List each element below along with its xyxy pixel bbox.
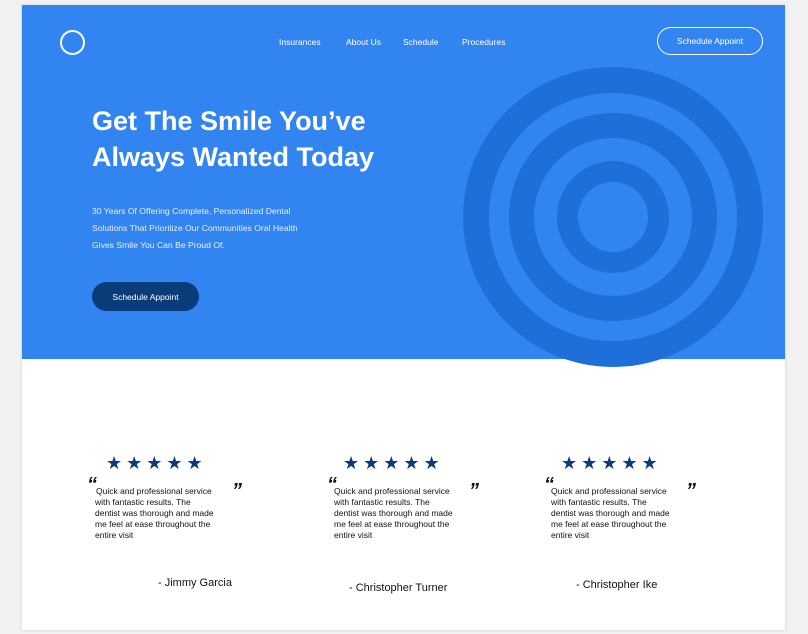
text-line: Quick and professional service (334, 486, 450, 496)
testimonial-author: - Jimmy Garcia (158, 577, 232, 589)
subtitle-line: Solutions That Prioritize Our Communitie… (92, 223, 298, 233)
text-line: dentist was thorough and made (95, 508, 214, 518)
text-line: entire visit (551, 530, 590, 540)
text-line: with fantastic results. The (551, 497, 647, 507)
subtitle-line: Gives Smile You Can Be Proud Of. (92, 240, 225, 250)
hero-section: Insurances About Us Schedule Procedures … (22, 5, 785, 367)
circle-logo-icon[interactable] (60, 30, 85, 55)
text-line: entire visit (334, 530, 373, 540)
text-line: with fantastic results. The (334, 497, 430, 507)
testimonial-author: - Christopher Turner (349, 582, 448, 594)
text-line: entire visit (95, 530, 134, 540)
hero-headline: Get The Smile You’ve Always Wanted Today (92, 103, 452, 175)
text-line: Quick and professional service (551, 486, 667, 496)
testimonial-text: Quick and professional service with fant… (95, 486, 225, 541)
close-quote-icon: ” (232, 480, 242, 502)
headline-line: Get The Smile You’ve (92, 106, 366, 136)
nav-procedures[interactable]: Procedures (462, 37, 505, 47)
hero-subtitle: 30 Years Of Offering Complete, Personali… (92, 203, 352, 254)
page-frame: Insurances About Us Schedule Procedures … (22, 5, 785, 630)
text-line: dentist was thorough and made (551, 508, 670, 518)
nav-insurances[interactable]: Insurances (279, 37, 321, 47)
subtitle-line: 30 Years Of Offering Complete, Personali… (92, 206, 291, 216)
text-line: dentist was thorough and made (334, 508, 453, 518)
close-quote-icon: ” (469, 480, 479, 502)
close-quote-icon: ” (686, 480, 696, 502)
header-schedule-button[interactable]: Schedule Appoint (657, 27, 763, 55)
nav-schedule[interactable]: Schedule (403, 37, 438, 47)
text-line: with fantastic results. The (95, 497, 191, 507)
headline-line: Always Wanted Today (92, 142, 375, 172)
star-rating-icon: ★★★★★ (106, 453, 207, 473)
text-line: me feel at ease throughout the (334, 519, 450, 529)
star-rating-icon: ★★★★★ (561, 453, 662, 473)
hero-schedule-button[interactable]: Schedule Appoint (92, 282, 199, 311)
testimonial-text: Quick and professional service with fant… (551, 486, 681, 541)
testimonial-text: Quick and professional service with fant… (334, 486, 464, 541)
text-line: me feel at ease throughout the (95, 519, 211, 529)
testimonial-author: - Christopher Ike (576, 579, 658, 591)
nav-about-us[interactable]: About Us (346, 37, 381, 47)
text-line: me feel at ease throughout the (551, 519, 667, 529)
text-line: Quick and professional service (96, 486, 212, 496)
star-rating-icon: ★★★★★ (343, 453, 444, 473)
